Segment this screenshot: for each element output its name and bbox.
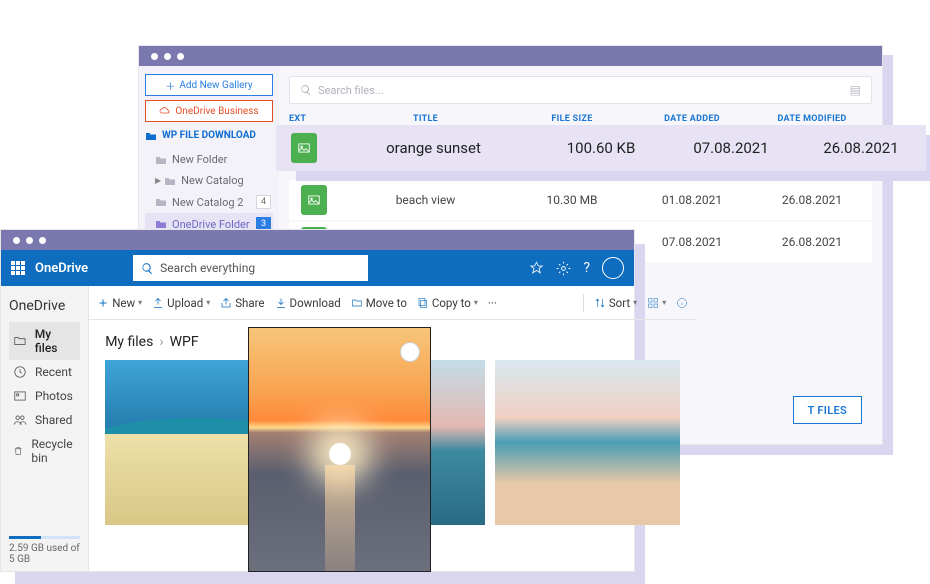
move-to-button[interactable]: Move to <box>351 296 407 310</box>
storage-usage: 2.59 GB used of 5 GB <box>9 536 80 565</box>
tree-item-new-catalog-2[interactable]: New Catalog 2 4 <box>145 191 273 213</box>
window-dot[interactable] <box>26 237 33 244</box>
share-icon <box>220 297 232 309</box>
view-button[interactable]: ▾ <box>647 297 666 309</box>
move-icon <box>351 297 363 309</box>
nav-shared[interactable]: Shared <box>9 408 80 432</box>
nav-my-files[interactable]: My files <box>9 322 80 360</box>
onedrive-header: OneDrive Search everything ? <box>1 250 634 286</box>
folder-icon <box>13 334 27 348</box>
clock-icon <box>13 365 27 379</box>
col-size[interactable]: FILE SIZE <box>512 114 632 124</box>
search-icon <box>141 262 154 275</box>
window-dot[interactable] <box>13 237 20 244</box>
onedrive-brand: OneDrive <box>35 261 88 276</box>
folder-icon <box>145 131 157 141</box>
window-dot[interactable] <box>164 53 171 60</box>
col-mod[interactable]: DATE MODIFIED <box>752 114 872 124</box>
reflection-graphic <box>325 465 355 572</box>
count-badge: 4 <box>256 195 271 209</box>
sidebar-title: OneDrive <box>9 298 80 314</box>
thumbnail-orange-sunset-selected[interactable] <box>248 327 431 572</box>
folder-icon <box>155 155 167 165</box>
folder-icon <box>155 197 167 207</box>
wp-file-download-title: WP FILE DOWNLOAD <box>145 130 273 141</box>
col-ext[interactable]: EXT <box>289 114 339 124</box>
image-file-icon <box>291 133 317 163</box>
more-button[interactable]: ··· <box>488 296 497 310</box>
upload-button[interactable]: Upload▾ <box>152 296 210 310</box>
add-new-gallery-button[interactable]: ＋ Add New Gallery <box>145 74 273 96</box>
chevron-right-icon: ▶ <box>155 176 161 185</box>
search-input[interactable]: Search everything <box>133 255 368 281</box>
crumb-current: WPF <box>170 334 199 350</box>
new-button[interactable]: New▾ <box>97 296 142 310</box>
share-button[interactable]: Share <box>220 296 264 310</box>
copy-icon <box>417 297 429 309</box>
window-titlebar <box>1 230 634 250</box>
photo-icon <box>13 389 27 403</box>
chevron-right-icon: › <box>159 334 163 350</box>
info-button[interactable] <box>676 297 688 309</box>
folder-icon <box>164 176 176 186</box>
table-row-highlighted[interactable]: orange sunset 100.60 KB 07.08.2021 26.08… <box>276 125 926 171</box>
settings-icon[interactable] <box>556 261 571 276</box>
image-file-icon <box>301 185 327 215</box>
import-files-button[interactable]: T FILES <box>793 396 862 424</box>
help-icon[interactable]: ? <box>583 260 590 276</box>
thumbnail-sea[interactable] <box>495 360 680 525</box>
plus-icon <box>97 297 109 309</box>
search-icon <box>300 84 312 96</box>
col-added[interactable]: DATE ADDED <box>632 114 752 124</box>
window-dot[interactable] <box>39 237 46 244</box>
cloud-icon <box>159 106 171 116</box>
sort-icon <box>594 297 606 309</box>
info-icon <box>676 297 688 309</box>
download-icon <box>275 297 287 309</box>
folder-icon <box>155 219 167 229</box>
window-titlebar <box>139 46 882 66</box>
grid-view-icon[interactable]: ▤ <box>850 83 861 97</box>
col-title[interactable]: TITLE <box>339 114 512 124</box>
download-button[interactable]: Download <box>275 296 341 310</box>
app-launcher-icon[interactable] <box>11 261 25 275</box>
tree-item-new-folder[interactable]: New Folder <box>145 149 273 170</box>
window-dot[interactable] <box>177 53 184 60</box>
avatar[interactable] <box>602 257 624 279</box>
sun-graphic <box>329 443 351 465</box>
tree-item-new-catalog[interactable]: ▶ New Catalog <box>145 170 273 191</box>
window-dot[interactable] <box>151 53 158 60</box>
selection-checkbox[interactable] <box>400 342 420 362</box>
nav-recycle-bin[interactable]: Recycle bin <box>9 432 80 470</box>
copy-to-button[interactable]: Copy to▾ <box>417 296 478 310</box>
table-row[interactable]: beach view 10.30 MB 01.08.2021 26.08.202… <box>289 180 872 220</box>
onedrive-toolbar: New▾ Upload▾ Share Download Move to Copy… <box>89 286 696 320</box>
storage-bar <box>9 536 80 539</box>
onedrive-sidebar: OneDrive My files Recent Photos Shared R… <box>1 286 89 571</box>
grid-view-icon <box>647 297 659 309</box>
premium-icon[interactable] <box>529 261 544 276</box>
nav-photos[interactable]: Photos <box>9 384 80 408</box>
sort-button[interactable]: Sort▾ <box>594 296 637 310</box>
search-input[interactable]: Search files... ▤ <box>289 76 872 104</box>
people-icon <box>13 413 27 427</box>
nav-recent[interactable]: Recent <box>9 360 80 384</box>
upload-icon <box>152 297 164 309</box>
onedrive-business-button[interactable]: OneDrive Business <box>145 100 273 122</box>
crumb-my-files[interactable]: My files <box>105 334 153 350</box>
trash-icon <box>13 444 23 458</box>
